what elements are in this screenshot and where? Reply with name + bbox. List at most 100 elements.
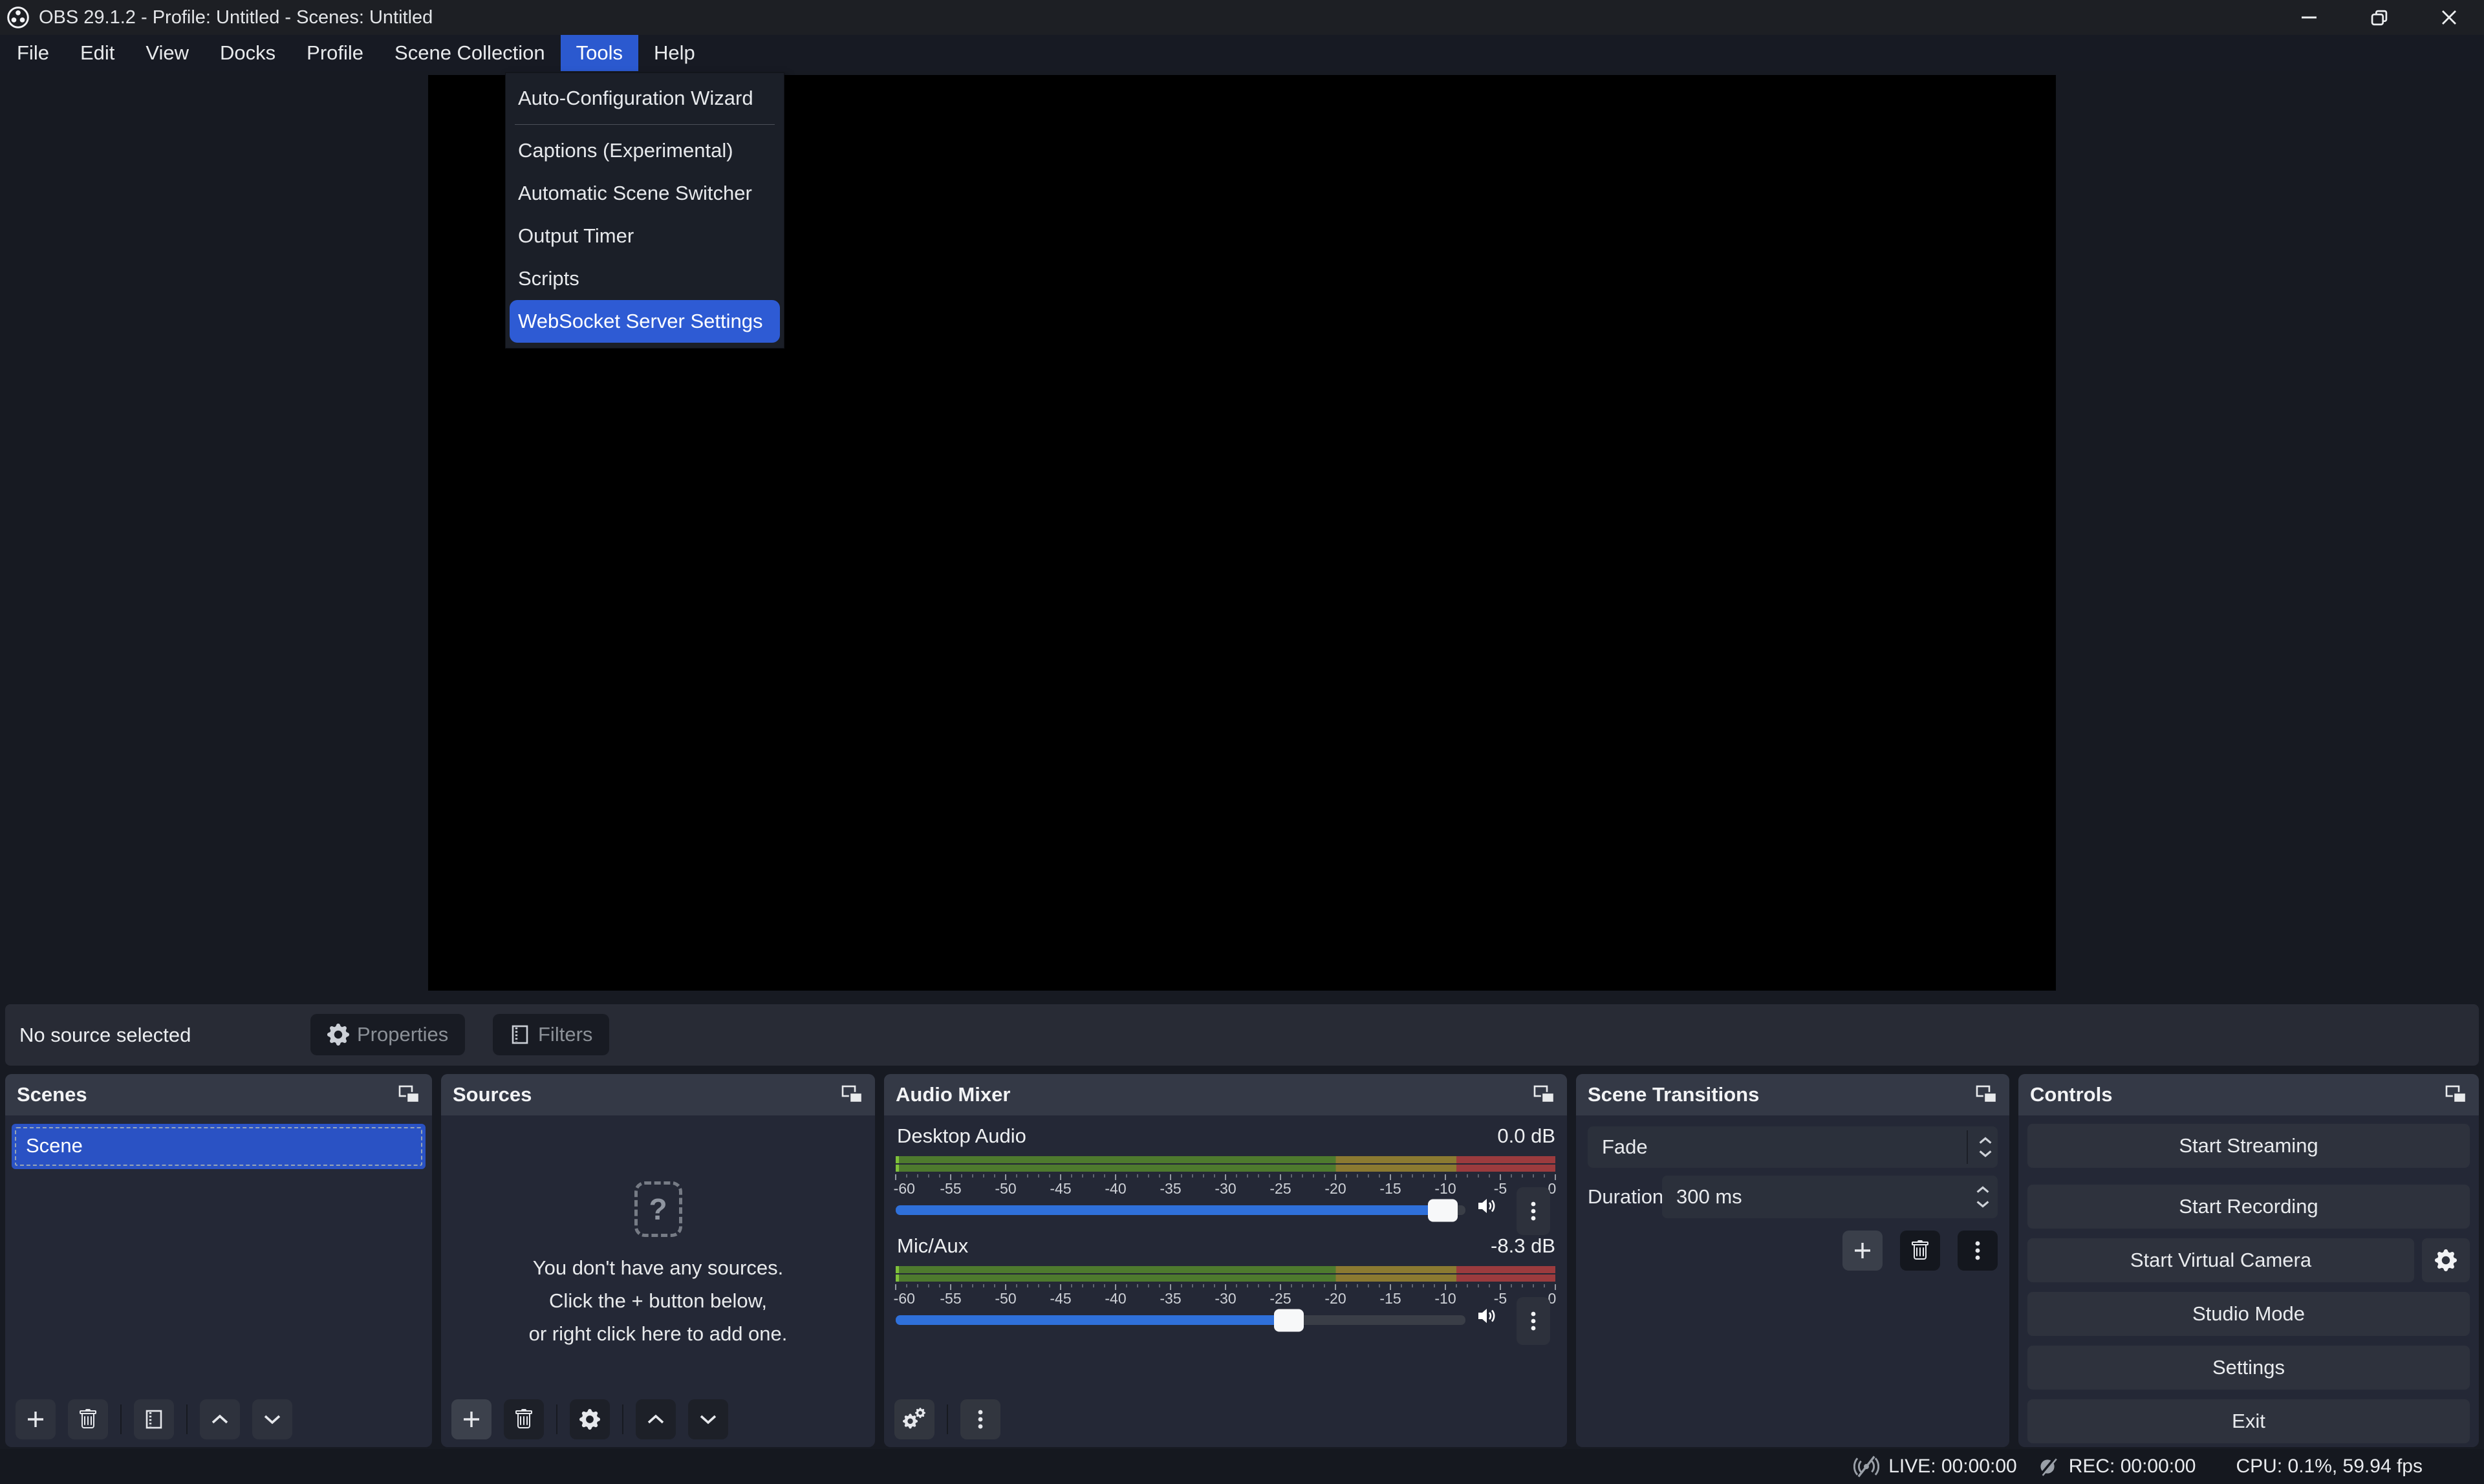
channel-name: Mic/Aux xyxy=(897,1234,968,1258)
close-button[interactable] xyxy=(2414,0,2484,35)
transition-selected-value: Fade xyxy=(1602,1135,1648,1158)
status-bar: LIVE: 00:00:00 REC: 00:00:00 CPU: 0.1%, … xyxy=(0,1449,2484,1484)
menu-item-automatic-scene-switcher[interactable]: Automatic Scene Switcher xyxy=(506,172,784,215)
menu-docks[interactable]: Docks xyxy=(204,35,291,71)
properties-button-label: Properties xyxy=(357,1023,448,1046)
move-scene-down-button[interactable] xyxy=(252,1399,292,1439)
scene-list-item-selected[interactable]: Scene xyxy=(12,1124,426,1169)
window-title: OBS 29.1.2 - Profile: Untitled - Scenes:… xyxy=(39,7,433,28)
duration-value: 300 ms xyxy=(1676,1185,1742,1208)
add-source-button[interactable] xyxy=(451,1399,491,1439)
move-source-up-button[interactable] xyxy=(636,1399,676,1439)
start-streaming-button[interactable]: Start Streaming xyxy=(2027,1124,2470,1168)
popout-icon[interactable] xyxy=(398,1085,420,1104)
menu-item-captions[interactable]: Captions (Experimental) xyxy=(506,129,784,172)
menu-tools[interactable]: Tools xyxy=(561,35,638,71)
live-time: LIVE: 00:00:00 xyxy=(1888,1456,2017,1478)
source-properties-button[interactable] xyxy=(570,1399,610,1439)
menu-item-output-timer[interactable]: Output Timer xyxy=(506,215,784,257)
filter-icon xyxy=(510,1024,530,1045)
combo-divider xyxy=(1967,1130,1968,1164)
exit-button[interactable]: Exit xyxy=(2027,1399,2470,1443)
scenes-panel-title: Scenes xyxy=(17,1083,87,1106)
virtual-camera-settings-button[interactable] xyxy=(2422,1238,2470,1282)
menu-separator xyxy=(515,124,775,125)
menu-profile[interactable]: Profile xyxy=(291,35,379,71)
sources-panel-title: Sources xyxy=(453,1083,532,1106)
duration-spinbox[interactable]: 300 ms xyxy=(1662,1176,1998,1218)
meter-stripe xyxy=(896,1266,1555,1273)
combo-spinner-icons[interactable] xyxy=(1978,1126,1993,1168)
menu-item-scripts[interactable]: Scripts xyxy=(506,257,784,300)
scene-transitions-title: Scene Transitions xyxy=(1588,1083,1759,1106)
cpu-fps-stats: CPU: 0.1%, 59.94 fps xyxy=(2236,1456,2423,1478)
channel-options-button[interactable] xyxy=(1517,1187,1550,1235)
volume-meter xyxy=(896,1266,1555,1282)
menu-scene-collection[interactable]: Scene Collection xyxy=(379,35,561,71)
audio-mixer-panel: Audio Mixer Desktop Audio 0.0 dB -60-55-… xyxy=(884,1074,1567,1447)
popout-icon[interactable] xyxy=(841,1085,863,1104)
window-controls xyxy=(2274,0,2484,35)
sources-empty-state[interactable]: ? You don't have any sources. Click the … xyxy=(441,1181,875,1350)
sources-panel: Sources ? You don't have any sources. Cl… xyxy=(441,1074,875,1447)
menu-item-auto-configuration-wizard[interactable]: Auto-Configuration Wizard xyxy=(506,77,784,120)
filters-button[interactable]: Filters xyxy=(493,1014,609,1055)
menu-file[interactable]: File xyxy=(1,35,65,71)
meter-stripe xyxy=(896,1274,1555,1282)
sources-toolbar xyxy=(451,1399,728,1439)
mixer-channel-mic-aux: Mic/Aux -8.3 dB -60-55-50-45-40-35-30-25… xyxy=(896,1233,1555,1343)
popout-icon[interactable] xyxy=(2445,1085,2467,1104)
minimize-button[interactable] xyxy=(2274,0,2344,35)
start-virtual-camera-button[interactable]: Start Virtual Camera xyxy=(2027,1238,2414,1282)
move-scene-up-button[interactable] xyxy=(200,1399,240,1439)
menu-item-websocket-server-settings[interactable]: WebSocket Server Settings xyxy=(510,300,780,343)
volume-slider-handle[interactable] xyxy=(1274,1309,1304,1331)
meter-stripe xyxy=(896,1156,1555,1163)
remove-source-button[interactable] xyxy=(504,1399,544,1439)
duration-label: Duration xyxy=(1588,1185,1663,1209)
spinbox-arrows[interactable] xyxy=(1976,1176,1990,1218)
start-recording-button[interactable]: Start Recording xyxy=(2027,1185,2470,1229)
menu-help[interactable]: Help xyxy=(638,35,711,71)
source-context-toolbar: No source selected Properties Filters xyxy=(5,1004,2479,1066)
gear-icon xyxy=(327,1024,349,1046)
obs-logo-icon xyxy=(6,6,30,29)
toolbar-separator xyxy=(186,1404,188,1434)
mixer-channel-desktop-audio: Desktop Audio 0.0 dB -60-55-50-45-40-35-… xyxy=(896,1123,1555,1233)
transition-options-button[interactable] xyxy=(1958,1231,1998,1271)
channel-options-button[interactable] xyxy=(1517,1297,1550,1345)
mixer-toolbar xyxy=(894,1399,1000,1439)
channel-db-value: -8.3 dB xyxy=(1491,1234,1555,1258)
properties-button[interactable]: Properties xyxy=(310,1014,465,1055)
add-transition-button[interactable] xyxy=(1842,1231,1883,1271)
popout-icon[interactable] xyxy=(1533,1085,1555,1104)
volume-slider[interactable] xyxy=(896,1315,1465,1325)
source-status-label: No source selected xyxy=(19,1004,191,1066)
move-source-down-button[interactable] xyxy=(688,1399,728,1439)
menu-edit[interactable]: Edit xyxy=(65,35,130,71)
mixer-options-button[interactable] xyxy=(960,1399,1000,1439)
speaker-icon[interactable] xyxy=(1473,1306,1500,1326)
toolbar-separator xyxy=(556,1404,557,1434)
volume-slider-handle[interactable] xyxy=(1428,1199,1458,1221)
filters-button-label: Filters xyxy=(538,1023,592,1046)
menu-view[interactable]: View xyxy=(130,35,204,71)
remove-transition-button[interactable] xyxy=(1900,1231,1940,1271)
studio-mode-button[interactable]: Studio Mode xyxy=(2027,1292,2470,1336)
controls-title: Controls xyxy=(2030,1083,2112,1106)
scenes-toolbar xyxy=(16,1399,292,1439)
toolbar-separator xyxy=(947,1404,948,1434)
volume-slider[interactable] xyxy=(896,1205,1465,1215)
speaker-icon[interactable] xyxy=(1473,1196,1500,1216)
scenes-panel: Scenes Scene xyxy=(5,1074,432,1447)
popout-icon[interactable] xyxy=(1976,1085,1998,1104)
remove-scene-button[interactable] xyxy=(68,1399,108,1439)
live-offline-icon xyxy=(1853,1454,1879,1479)
advanced-audio-properties-button[interactable] xyxy=(894,1399,934,1439)
scene-transitions-header: Scene Transitions xyxy=(1576,1074,2009,1115)
transition-select[interactable]: Fade xyxy=(1588,1126,1998,1168)
restore-button[interactable] xyxy=(2344,0,2414,35)
scene-filters-button[interactable] xyxy=(134,1399,174,1439)
settings-button[interactable]: Settings xyxy=(2027,1346,2470,1390)
add-scene-button[interactable] xyxy=(16,1399,56,1439)
